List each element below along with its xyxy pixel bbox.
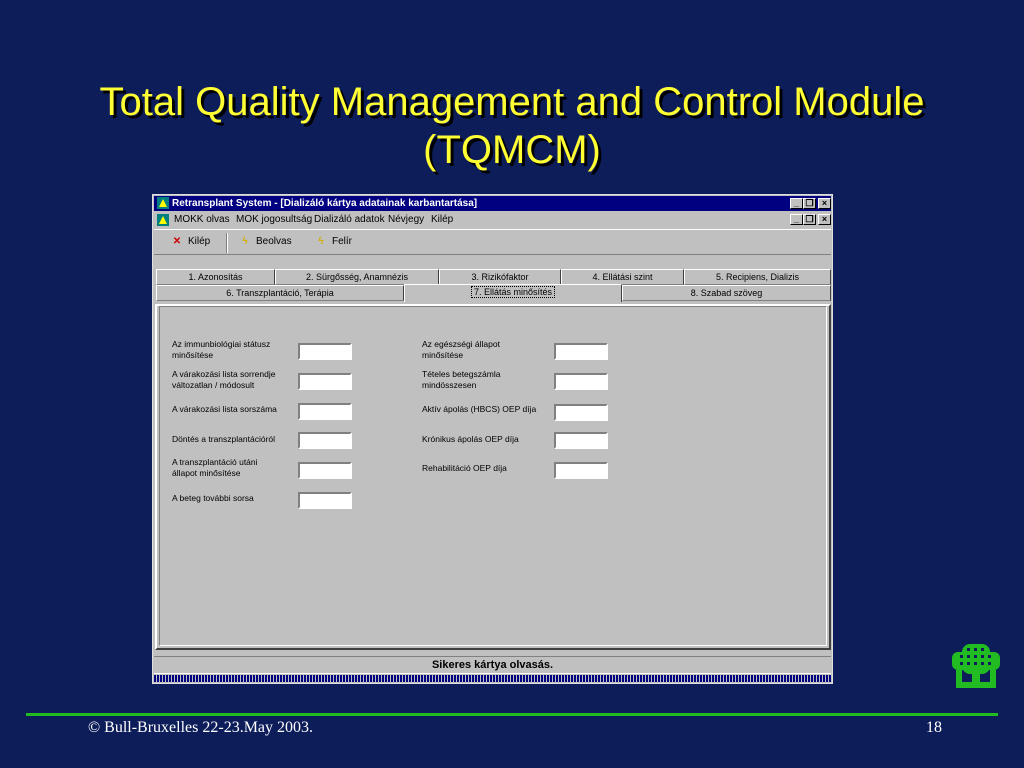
child-restore-button[interactable]: ❐ <box>803 214 816 225</box>
exit-button[interactable]: ✕ Kilép <box>170 234 210 250</box>
field-label-aktiv-apolas: Aktív ápolás (HBCS) OEP díja <box>422 404 537 414</box>
field-label-dontes: Döntés a transzplantációról <box>172 434 276 444</box>
tab-recipiens[interactable]: 5. Recipiens, Dializis <box>684 269 831 285</box>
tab-ellatas-minosites[interactable]: 7. Ellátás minősítés <box>404 284 622 302</box>
read-button[interactable]: ϟ Beolvas <box>238 234 292 250</box>
menu-nevjegy[interactable]: Névjegy <box>388 212 424 228</box>
menu-bar: MOKK olvas MOK jogosultság Dializáló ada… <box>154 212 831 228</box>
field-label-varakozasi-sorszam: A várakozási lista sorszáma <box>172 404 277 414</box>
slide-title-line1: Total Quality Management and Control Mod… <box>99 80 925 124</box>
menu-mokk-olvas[interactable]: MOKK olvas <box>174 212 230 228</box>
tab-ellatasi-szint[interactable]: 4. Ellátási szint <box>561 269 684 285</box>
egeszsegi-allapot-input[interactable] <box>554 343 608 360</box>
field-label-beteg-sorsa: A beteg további sorsa <box>172 493 254 503</box>
lightning-icon: ϟ <box>242 236 248 247</box>
field-label-transzplantacio-utani: A transzplantáció utáni állapot minősítés… <box>172 457 258 478</box>
window-titlebar[interactable]: Retransplant System - [Dializáló kártya … <box>154 196 831 211</box>
aktiv-apolas-input[interactable] <box>554 404 608 421</box>
tab-transzplantacio[interactable]: 6. Transzplantáció, Terápia <box>156 285 404 301</box>
field-label-kronikus-apolas: Krónikus ápolás OEP díja <box>422 434 519 444</box>
close-button[interactable]: × <box>818 198 831 209</box>
toolbar: ✕ Kilép ϟ Beolvas ϟ Felír <box>154 229 831 255</box>
tab-rizikofaktor[interactable]: 3. Rizikófaktor <box>439 269 561 285</box>
field-label-egeszsegi-allapot: Az egészségi állapot minősítése <box>422 339 500 360</box>
read-label: Beolvas <box>256 236 292 247</box>
slide-title-line2: (TQMCM) <box>423 128 601 172</box>
transzplantacio-utani-input[interactable] <box>298 462 352 479</box>
immunbiologiai-input[interactable] <box>298 343 352 360</box>
rehabilitacio-input[interactable] <box>554 462 608 479</box>
tab-azonositas[interactable]: 1. Azonosítás <box>156 269 275 285</box>
child-close-button[interactable]: × <box>818 214 831 225</box>
tree-logo-icon <box>952 644 1000 688</box>
field-label-immunbiologiai: Az immunbiológiai státusz minősítése <box>172 339 271 360</box>
varakozasi-sorrend-input[interactable] <box>298 373 352 390</box>
slide-title: Total Quality Management and Control Mod… <box>0 78 1024 174</box>
restore-button[interactable]: ❐ <box>803 198 816 209</box>
menu-dializalo-adatok[interactable]: Dializáló adatok <box>314 212 385 228</box>
tab-szabad-szoveg[interactable]: 8. Szabad szöveg <box>622 285 831 301</box>
write-label: Felír <box>332 236 352 247</box>
active-tab-label: 7. Ellátás minősítés <box>470 286 556 298</box>
app-window: Retransplant System - [Dializáló kártya … <box>152 194 833 684</box>
child-minimize-button[interactable]: _ <box>790 214 803 225</box>
beteg-sorsa-input[interactable] <box>298 492 352 509</box>
footer-divider <box>26 713 998 716</box>
tab-panel: Az immunbiológiai státusz minősítése A vá… <box>155 304 831 650</box>
kronikus-apolas-input[interactable] <box>554 432 608 449</box>
tab-surgosseg[interactable]: 2. Sürgősség, Anamnézis <box>275 269 439 285</box>
write-button[interactable]: ϟ Felír <box>314 234 352 250</box>
betegszamla-input[interactable] <box>554 373 608 390</box>
varakozasi-sorszam-input[interactable] <box>298 403 352 420</box>
field-label-betegszamla: Tételes betegszámla mindösszesen <box>422 369 501 390</box>
dontes-input[interactable] <box>298 432 352 449</box>
footer-copyright: © Bull-Bruxelles 22-23.May 2003. <box>88 719 314 736</box>
close-x-icon: ✕ <box>172 236 182 247</box>
progress-bar <box>154 675 831 682</box>
menu-mok-jogosultsag[interactable]: MOK jogosultság <box>236 212 312 228</box>
field-label-rehabilitacio: Rehabilitáció OEP díja <box>422 463 507 473</box>
window-title: Retransplant System - [Dializáló kártya … <box>172 198 478 209</box>
minimize-button[interactable]: _ <box>790 198 803 209</box>
document-icon[interactable] <box>157 214 169 226</box>
lightning-icon: ϟ <box>318 236 324 247</box>
exit-label: Kilép <box>188 236 211 247</box>
app-icon <box>157 197 169 209</box>
status-bar: Sikeres kártya olvasás. <box>154 656 831 674</box>
field-label-varakozasi-sorrend: A várakozási lista sorrendje változatlan … <box>172 369 276 390</box>
toolbar-separator <box>226 233 228 253</box>
menu-kilep[interactable]: Kilép <box>431 212 453 228</box>
form-area: Az immunbiológiai státusz minősítése A vá… <box>159 306 827 646</box>
page-number: 18 <box>926 719 942 736</box>
